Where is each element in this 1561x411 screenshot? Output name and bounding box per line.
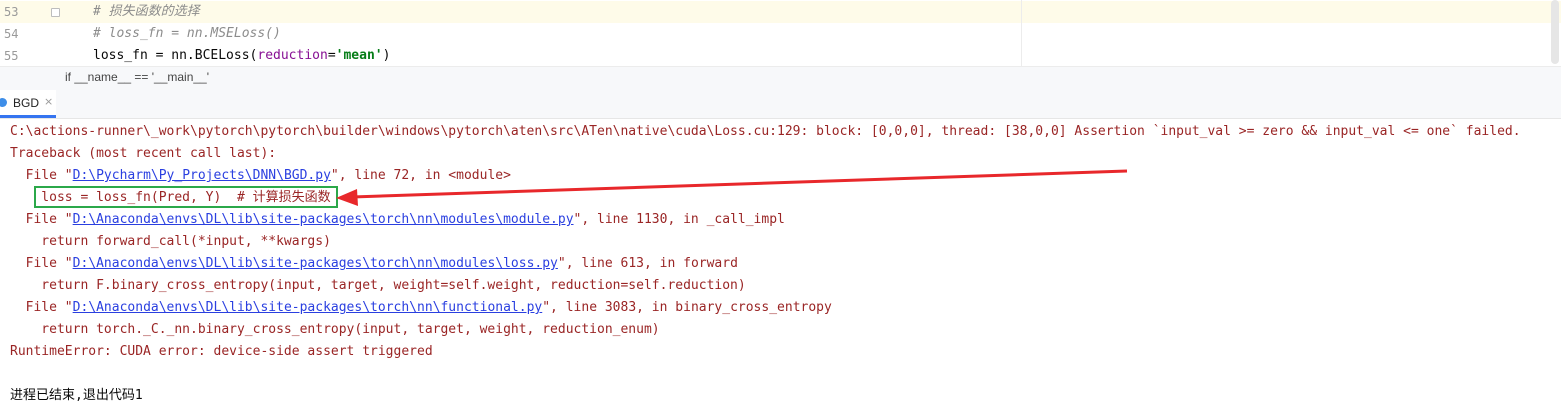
annotation-arrow (336, 169, 1128, 206)
arrow-head-icon (336, 189, 358, 206)
arrow-line (351, 169, 1128, 199)
